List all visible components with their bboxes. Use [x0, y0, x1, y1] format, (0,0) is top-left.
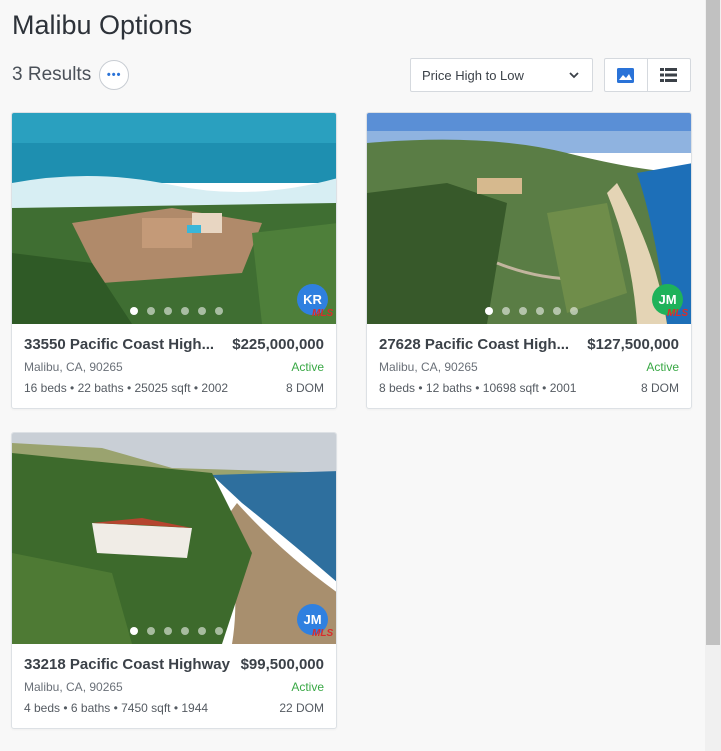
listing-card[interactable]: JM MLS 33218 Pacific Coast Highway $99,5…: [11, 432, 337, 729]
results-row: 3 Results •••: [12, 60, 130, 90]
more-options-button[interactable]: •••: [99, 60, 130, 90]
sort-select[interactable]: Price High to Low: [410, 58, 593, 92]
listing-details: 8 beds • 12 baths • 10698 sqft • 2001: [379, 381, 577, 395]
status-badge: Active: [291, 360, 324, 374]
more-icon: •••: [106, 68, 122, 81]
days-on-market: 8 DOM: [640, 381, 679, 395]
listing-details: 4 beds • 6 baths • 7450 sqft • 1944: [24, 701, 209, 715]
photo-carousel-dots[interactable]: [130, 307, 223, 315]
listing-price: $225,000,000: [232, 336, 324, 353]
photo-carousel-dots[interactable]: [130, 627, 223, 635]
scrollbar-thumb[interactable]: [706, 0, 720, 645]
view-toggle: [604, 58, 691, 92]
listing-price: $99,500,000: [240, 656, 324, 673]
photo-carousel-dots[interactable]: [485, 307, 578, 315]
listing-photo[interactable]: JM MLS: [367, 113, 691, 324]
listing-card[interactable]: KR MLS 33550 Pacific Coast High... $225,…: [11, 112, 337, 409]
mls-logo: MLS: [312, 628, 334, 639]
listing-address[interactable]: 33550 Pacific Coast High...: [24, 336, 214, 353]
listing-details: 16 beds • 22 baths • 25025 sqft • 2002: [24, 381, 229, 395]
listing-city: Malibu, CA, 90265: [24, 680, 123, 694]
gallery-icon: [617, 67, 635, 83]
listing-address[interactable]: 33218 Pacific Coast Highway: [24, 656, 230, 673]
days-on-market: 8 DOM: [285, 381, 324, 395]
results-count: 3 Results: [12, 64, 92, 85]
listing-city: Malibu, CA, 90265: [24, 360, 123, 374]
listing-card[interactable]: JM MLS 27628 Pacific Coast High... $127,…: [366, 112, 692, 409]
chevron-down-icon: [569, 72, 579, 79]
listing-photo[interactable]: KR MLS: [12, 113, 336, 324]
days-on-market: 22 DOM: [279, 701, 324, 715]
listing-photo[interactable]: JM MLS: [12, 433, 336, 644]
listing-price: $127,500,000: [587, 336, 679, 353]
page-title: Malibu Options: [12, 10, 193, 40]
listing-city: Malibu, CA, 90265: [379, 360, 478, 374]
gallery-view-button[interactable]: [605, 59, 648, 91]
scrollbar[interactable]: [705, 0, 721, 751]
sort-select-value: Price High to Low: [422, 67, 524, 83]
status-badge: Active: [646, 360, 679, 374]
listing-address[interactable]: 27628 Pacific Coast High...: [379, 336, 569, 353]
list-view-button[interactable]: [648, 59, 691, 91]
status-badge: Active: [291, 680, 324, 694]
list-icon: [660, 68, 678, 82]
mls-logo: MLS: [667, 308, 689, 319]
mls-logo: MLS: [312, 308, 334, 319]
